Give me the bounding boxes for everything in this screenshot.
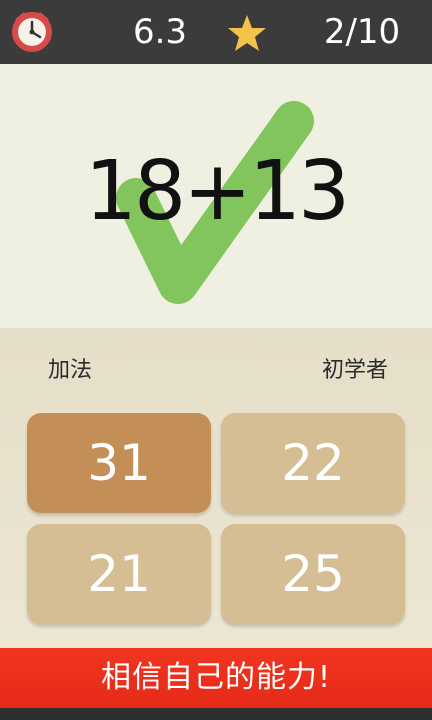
bottom-strip <box>0 708 432 720</box>
question-panel: 18+13 <box>0 64 432 328</box>
question-progress: 2/10 <box>323 12 401 52</box>
difficulty-label: 初学者 <box>321 358 388 383</box>
answer-button[interactable]: 22 <box>221 413 405 513</box>
slogan-text: 相信自己的能力! <box>100 660 332 695</box>
alarm-clock-icon <box>12 12 52 52</box>
mode-label: 加法 <box>48 358 93 383</box>
answer-button[interactable]: 31 <box>27 413 211 513</box>
top-bar: 6.3 2/10 <box>0 0 432 64</box>
slogan-banner: 相信自己的能力! <box>0 648 432 708</box>
answer-panel: 加法 初学者 31 22 21 25 <box>0 328 432 648</box>
star-icon <box>228 15 266 51</box>
time-value: 6.3 <box>132 12 188 52</box>
equation: 18+13 <box>84 144 350 239</box>
answer-button[interactable]: 25 <box>221 524 405 624</box>
answer-button[interactable]: 21 <box>27 524 211 624</box>
